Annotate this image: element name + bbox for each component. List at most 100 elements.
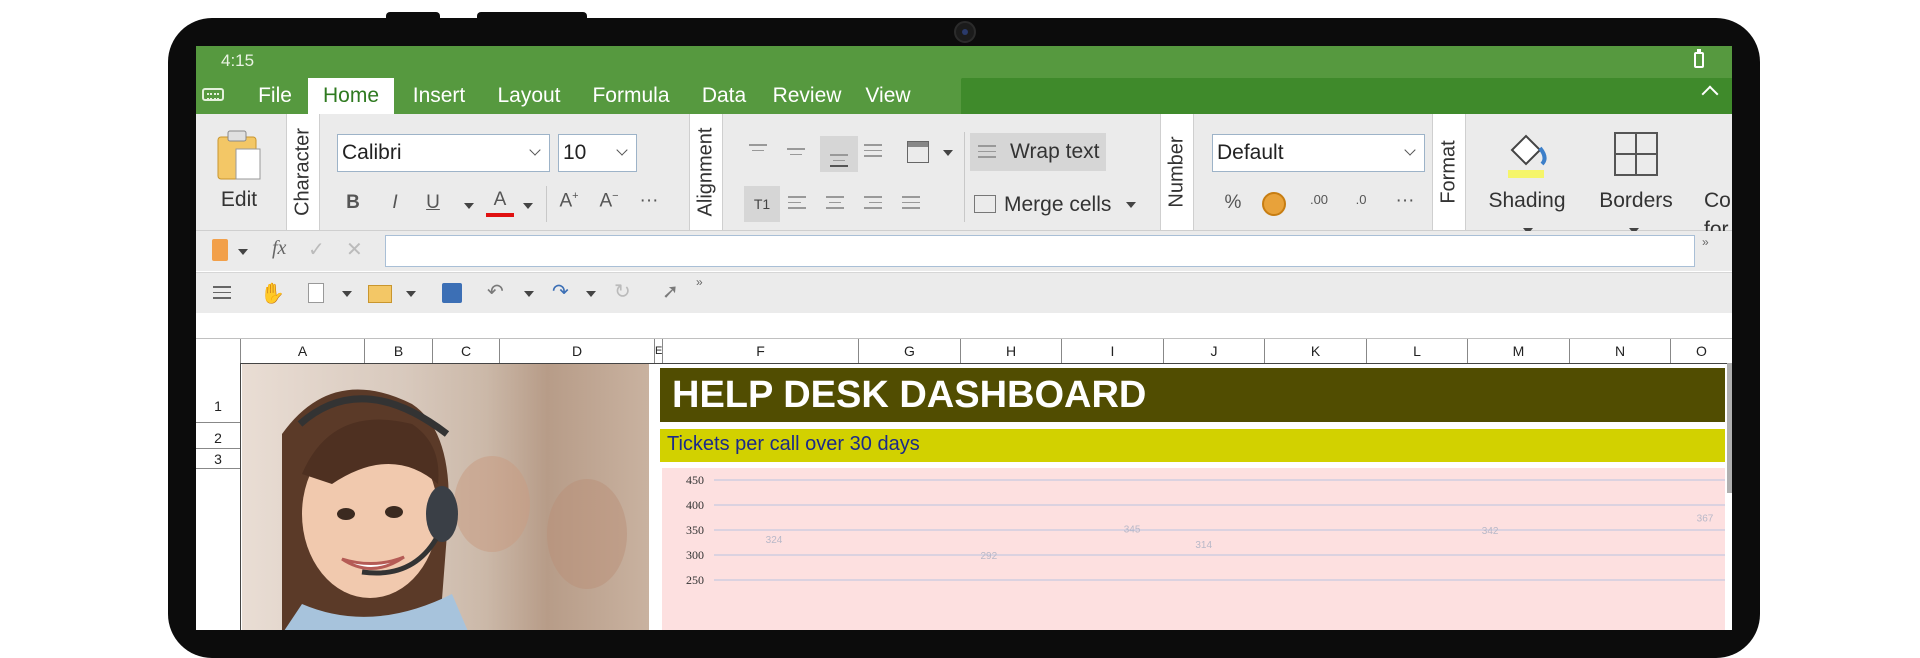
cell-reference-dropdown-icon[interactable] bbox=[238, 249, 248, 255]
font-color-button[interactable]: A bbox=[486, 189, 514, 217]
redo-icon[interactable]: ↷ bbox=[552, 279, 569, 304]
column-header[interactable]: H bbox=[960, 339, 1061, 363]
menu-data[interactable]: Data bbox=[694, 78, 754, 114]
column-header[interactable]: F bbox=[662, 339, 858, 363]
chart-y-tick-label: 250 bbox=[686, 573, 704, 587]
wrap-text-icon bbox=[978, 145, 996, 162]
font-size-combo[interactable]: 10 bbox=[558, 134, 637, 172]
menu-home[interactable]: Home bbox=[308, 78, 394, 114]
borders-label[interactable]: Borders bbox=[1588, 189, 1684, 213]
column-header[interactable]: E bbox=[654, 339, 662, 363]
status-bar: 4:15 bbox=[196, 46, 1732, 78]
redo-dropdown-icon[interactable] bbox=[586, 291, 596, 297]
borders-icon[interactable] bbox=[1614, 132, 1658, 176]
select-pointer-icon[interactable]: ➚ bbox=[662, 279, 679, 304]
tickets-chart[interactable]: 450 400 350 300 250 324 292 345 314 342 367 bbox=[662, 468, 1725, 630]
column-header[interactable]: G bbox=[858, 339, 960, 363]
menu-layout[interactable]: Layout bbox=[486, 78, 572, 114]
align-middle-icon[interactable] bbox=[787, 148, 805, 159]
decrease-decimals-button[interactable]: .0 bbox=[1346, 193, 1376, 206]
sidebar-toggle-icon[interactable] bbox=[213, 286, 231, 303]
percent-button[interactable]: % bbox=[1220, 192, 1246, 214]
column-header[interactable]: B bbox=[364, 339, 432, 363]
shading-icon[interactable] bbox=[1504, 130, 1548, 180]
accept-icon[interactable]: ✓ bbox=[308, 237, 325, 262]
menu-insert[interactable]: Insert bbox=[401, 78, 477, 114]
save-icon[interactable] bbox=[442, 283, 462, 303]
column-header[interactable]: K bbox=[1264, 339, 1366, 363]
edit-label[interactable]: Edit bbox=[211, 188, 267, 212]
grow-font-button[interactable]: A+ bbox=[556, 190, 582, 212]
currency-icon[interactable] bbox=[1262, 192, 1286, 216]
chart-y-tick-label: 450 bbox=[686, 473, 704, 487]
hand-icon[interactable]: ✋ bbox=[260, 281, 285, 306]
expand-formula-icon[interactable]: » bbox=[1702, 235, 1709, 249]
underline-dropdown-icon[interactable] bbox=[464, 203, 474, 209]
number-group-label: Number bbox=[1160, 114, 1194, 230]
cell-reference-icon[interactable] bbox=[212, 239, 228, 261]
vertical-scrollbar[interactable] bbox=[1727, 363, 1732, 493]
volume-button bbox=[386, 12, 440, 20]
keyboard-icon[interactable] bbox=[202, 88, 224, 101]
cell-borders-icon[interactable] bbox=[907, 141, 929, 163]
clipboard-icon[interactable] bbox=[216, 129, 262, 181]
increase-decimals-button[interactable]: .00 bbox=[1304, 192, 1334, 207]
dashboard-title-bar[interactable]: HELP DESK DASHBOARD bbox=[660, 368, 1725, 422]
row-header[interactable]: 3 bbox=[196, 449, 240, 469]
column-header[interactable]: O bbox=[1670, 339, 1732, 363]
shading-label[interactable]: Shading bbox=[1480, 189, 1574, 213]
number-format-combo[interactable]: Default bbox=[1212, 134, 1425, 172]
increase-decimals-label: .00 bbox=[1309, 192, 1329, 207]
more-number-button[interactable]: ··· bbox=[1392, 190, 1418, 212]
undo-icon[interactable]: ↶ bbox=[487, 279, 504, 304]
align-right-icon[interactable] bbox=[864, 196, 882, 213]
menu-file[interactable]: File bbox=[248, 78, 302, 114]
repeat-icon[interactable]: ↻ bbox=[614, 279, 631, 304]
dashboard-subtitle-bar[interactable]: Tickets per call over 30 days bbox=[660, 429, 1725, 462]
column-header[interactable]: I bbox=[1061, 339, 1163, 363]
column-header[interactable]: J bbox=[1163, 339, 1264, 363]
align-bottom-icon bbox=[830, 154, 848, 171]
font-name-combo[interactable]: Calibri bbox=[337, 134, 550, 172]
wrap-text-button[interactable]: Wrap text bbox=[970, 133, 1106, 171]
shrink-font-button[interactable]: A− bbox=[596, 190, 622, 212]
font-color-dropdown-icon[interactable] bbox=[523, 203, 533, 209]
open-folder-dropdown-icon[interactable] bbox=[406, 291, 416, 297]
column-header[interactable]: A bbox=[240, 339, 364, 363]
row-header[interactable]: 2 bbox=[196, 423, 240, 449]
justify-icon[interactable] bbox=[902, 196, 920, 213]
column-header[interactable]: N bbox=[1569, 339, 1670, 363]
new-document-icon[interactable] bbox=[308, 283, 324, 303]
underline-button[interactable]: U bbox=[420, 192, 446, 214]
chart-y-tick-label: 400 bbox=[686, 498, 704, 512]
menu-review[interactable]: Review bbox=[766, 78, 848, 114]
menu-view[interactable]: View bbox=[859, 78, 917, 114]
merge-cells-button[interactable]: Merge cells bbox=[970, 186, 1140, 224]
more-character-button[interactable]: ··· bbox=[636, 190, 662, 212]
justify-vertical-icon[interactable] bbox=[864, 144, 882, 161]
formula-input[interactable] bbox=[385, 235, 1695, 267]
conditional-format-label[interactable]: Co bbox=[1704, 189, 1732, 213]
italic-button[interactable]: I bbox=[382, 192, 408, 214]
align-center-icon[interactable] bbox=[826, 196, 844, 213]
column-header[interactable]: D bbox=[499, 339, 654, 363]
cell-borders-dropdown-icon[interactable] bbox=[943, 150, 953, 156]
tickets-chart-svg: 450 400 350 300 250 324 292 345 314 342 367 bbox=[686, 473, 1725, 587]
text-direction-icon[interactable]: T1 bbox=[744, 186, 780, 222]
new-document-dropdown-icon[interactable] bbox=[342, 291, 352, 297]
undo-dropdown-icon[interactable] bbox=[524, 291, 534, 297]
row-header[interactable]: 1 bbox=[196, 363, 240, 423]
format-group-label: Format bbox=[1432, 114, 1466, 230]
function-icon[interactable]: fx bbox=[272, 237, 286, 260]
column-header[interactable]: M bbox=[1467, 339, 1569, 363]
column-header[interactable]: L bbox=[1366, 339, 1467, 363]
character-label-text: Character bbox=[291, 128, 314, 216]
align-left-icon[interactable] bbox=[788, 196, 806, 213]
bold-button[interactable]: B bbox=[340, 192, 366, 214]
toolbar-overflow-icon[interactable]: » bbox=[696, 275, 703, 289]
open-folder-icon[interactable] bbox=[368, 285, 392, 303]
menu-formula[interactable]: Formula bbox=[581, 78, 681, 114]
align-top-icon[interactable] bbox=[749, 144, 767, 155]
column-header[interactable]: C bbox=[432, 339, 499, 363]
cancel-icon[interactable]: ✕ bbox=[346, 237, 363, 262]
